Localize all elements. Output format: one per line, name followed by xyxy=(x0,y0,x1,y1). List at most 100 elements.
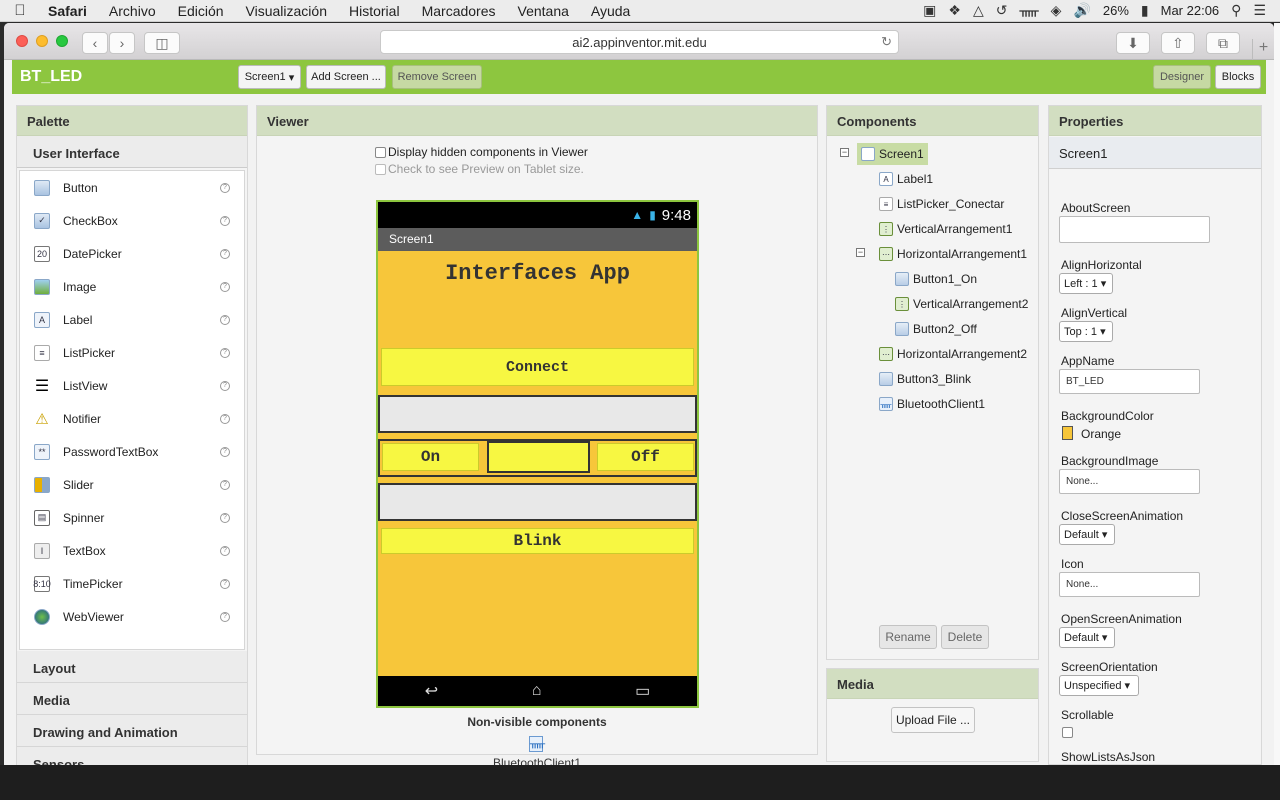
menu-ayuda[interactable]: Ayuda xyxy=(580,3,641,19)
palette-item-image[interactable]: Image? xyxy=(20,270,244,303)
tree-item-button1-on[interactable]: Button1_On xyxy=(895,268,977,290)
bluetooth-icon[interactable]: ᚅ xyxy=(1019,2,1038,19)
downloads-button[interactable]: ⬇ xyxy=(1116,32,1150,54)
hidden-components-toggle[interactable]: Display hidden components in Viewer xyxy=(375,145,588,159)
reload-icon[interactable]: ↻ xyxy=(881,34,892,50)
upload-file-button[interactable]: Upload File ... xyxy=(891,707,975,733)
palette-item-slider[interactable]: Slider? xyxy=(20,468,244,501)
palette-item-listview[interactable]: ☰ ListView? xyxy=(20,369,244,402)
palette-item-textbox[interactable]: I TextBox? xyxy=(20,534,244,567)
vertical-arrangement-1[interactable] xyxy=(378,395,697,433)
align-vertical-dropdown[interactable]: Top : 1 ▾ xyxy=(1059,321,1113,342)
collapse-screen1-icon[interactable]: − xyxy=(840,148,849,157)
help-icon[interactable]: ? xyxy=(220,447,230,457)
listpicker-connect[interactable]: Connect xyxy=(381,348,694,386)
app-name-input[interactable]: BT_LED xyxy=(1059,369,1200,394)
menu-app-name[interactable]: Safari xyxy=(40,3,98,19)
delete-button[interactable]: Delete xyxy=(941,625,989,649)
battery-percent[interactable]: 26% xyxy=(1103,3,1129,18)
button-off[interactable]: Off xyxy=(597,443,694,471)
menu-edicion[interactable]: Edición xyxy=(167,3,235,19)
help-icon[interactable]: ? xyxy=(220,183,230,193)
menu-marcadores[interactable]: Marcadores xyxy=(411,3,507,19)
nonvisible-bluetooth-label[interactable]: BluetoothClient1 xyxy=(257,756,817,765)
menu-ventana[interactable]: Ventana xyxy=(507,3,580,19)
palette-item-label[interactable]: A Label? xyxy=(20,303,244,336)
button-on[interactable]: On xyxy=(382,443,479,471)
palette-item-checkbox[interactable]: ✓ CheckBox? xyxy=(20,204,244,237)
wifi-icon[interactable]: ◈ xyxy=(1051,2,1062,19)
help-icon[interactable]: ? xyxy=(220,546,230,556)
color-swatch-icon[interactable] xyxy=(1062,426,1073,440)
screen-share-icon[interactable]: ▣ xyxy=(923,2,936,19)
palette-item-notifier[interactable]: ⚠ Notifier? xyxy=(20,402,244,435)
tree-item-horizontalarrangement1[interactable]: ⋯ HorizontalArrangement1 xyxy=(879,243,1027,265)
help-icon[interactable]: ? xyxy=(220,612,230,622)
bluetooth-icon[interactable]: ᚅ xyxy=(529,736,545,752)
menu-visualizacion[interactable]: Visualización xyxy=(235,3,338,19)
palette-item-listpicker[interactable]: ≡ ListPicker? xyxy=(20,336,244,369)
tree-item-button3-blink[interactable]: Button3_Blink xyxy=(879,368,971,390)
designer-button[interactable]: Designer xyxy=(1153,65,1211,89)
apple-menu-icon[interactable]:  xyxy=(0,2,40,19)
help-icon[interactable]: ? xyxy=(220,513,230,523)
time-machine-icon[interactable]: ↺ xyxy=(996,2,1008,19)
blocks-button[interactable]: Blocks xyxy=(1215,65,1261,89)
horizontal-arrangement-1[interactable]: On Off xyxy=(378,439,697,477)
tablet-preview-toggle[interactable]: Check to see Preview on Tablet size. xyxy=(375,162,584,176)
forward-button[interactable]: › xyxy=(109,32,135,54)
tree-item-verticalarrangement2[interactable]: ⋮ VerticalArrangement2 xyxy=(895,293,1028,315)
minimize-window-button[interactable] xyxy=(36,35,48,47)
add-screen-button[interactable]: Add Screen ... xyxy=(306,65,386,89)
help-icon[interactable]: ? xyxy=(220,381,230,391)
horizontal-arrangement-2[interactable] xyxy=(378,483,697,521)
dropbox-icon[interactable]: ❖ xyxy=(948,2,961,19)
menu-archivo[interactable]: Archivo xyxy=(98,3,167,19)
notification-center-icon[interactable]: ☰ xyxy=(1253,2,1266,19)
open-screen-animation-dropdown[interactable]: Default ▾ xyxy=(1059,627,1115,648)
help-icon[interactable]: ? xyxy=(220,414,230,424)
align-horizontal-dropdown[interactable]: Left : 1 ▾ xyxy=(1059,273,1113,294)
back-button[interactable]: ‹ xyxy=(82,32,108,54)
about-screen-textarea[interactable] xyxy=(1059,216,1210,243)
close-window-button[interactable] xyxy=(16,35,28,47)
tree-item-label1[interactable]: A Label1 xyxy=(879,168,933,190)
new-tab-button[interactable]: + xyxy=(1252,39,1274,60)
spotlight-search-icon[interactable]: ⚲ xyxy=(1231,2,1241,19)
palette-section-user-interface[interactable]: User Interface xyxy=(17,136,247,168)
rename-button[interactable]: Rename xyxy=(879,625,937,649)
tree-item-verticalarrangement1[interactable]: ⋮ VerticalArrangement1 xyxy=(879,218,1012,240)
help-icon[interactable]: ? xyxy=(220,249,230,259)
palette-item-button[interactable]: Button? xyxy=(20,171,244,204)
battery-icon[interactable]: ▮ xyxy=(1141,2,1149,19)
menu-historial[interactable]: Historial xyxy=(338,3,411,19)
help-icon[interactable]: ? xyxy=(220,282,230,292)
palette-item-spinner[interactable]: ▤ Spinner? xyxy=(20,501,244,534)
button-blink[interactable]: Blink xyxy=(381,528,694,554)
help-icon[interactable]: ? xyxy=(220,480,230,490)
share-button[interactable]: ⇧ xyxy=(1161,32,1195,54)
zoom-window-button[interactable] xyxy=(56,35,68,47)
drive-icon[interactable]: △ xyxy=(973,2,984,19)
help-icon[interactable]: ? xyxy=(220,315,230,325)
palette-section-drawing[interactable]: Drawing and Animation xyxy=(17,715,247,747)
background-color-value[interactable]: Orange xyxy=(1081,427,1121,441)
palette-section-media[interactable]: Media xyxy=(17,683,247,715)
screen-orientation-dropdown[interactable]: Unspecified ▾ xyxy=(1059,675,1139,696)
close-screen-animation-dropdown[interactable]: Default ▾ xyxy=(1059,524,1115,545)
address-bar[interactable]: ai2.appinventor.mit.edu ↻ xyxy=(380,30,899,54)
label1-app-title[interactable]: Interfaces App xyxy=(378,261,697,345)
hidden-components-checkbox[interactable] xyxy=(375,147,386,159)
scrollable-checkbox[interactable] xyxy=(1062,727,1073,738)
tree-item-listpicker-conectar[interactable]: ≡ ListPicker_Conectar xyxy=(879,193,1004,215)
tablet-preview-checkbox[interactable] xyxy=(375,164,386,176)
vertical-arrangement-2[interactable] xyxy=(487,441,590,473)
tabs-overview-button[interactable]: ⧉ xyxy=(1206,32,1240,54)
palette-item-passwordtextbox[interactable]: ** PasswordTextBox? xyxy=(20,435,244,468)
help-icon[interactable]: ? xyxy=(220,216,230,226)
tree-item-screen1[interactable]: Screen1 xyxy=(857,143,928,165)
collapse-horizontalarrangement1-icon[interactable]: − xyxy=(856,248,865,257)
help-icon[interactable]: ? xyxy=(220,579,230,589)
tree-item-bluetoothclient1[interactable]: ᚅ BluetoothClient1 xyxy=(879,393,985,415)
volume-icon[interactable]: 🔊 xyxy=(1073,2,1090,19)
